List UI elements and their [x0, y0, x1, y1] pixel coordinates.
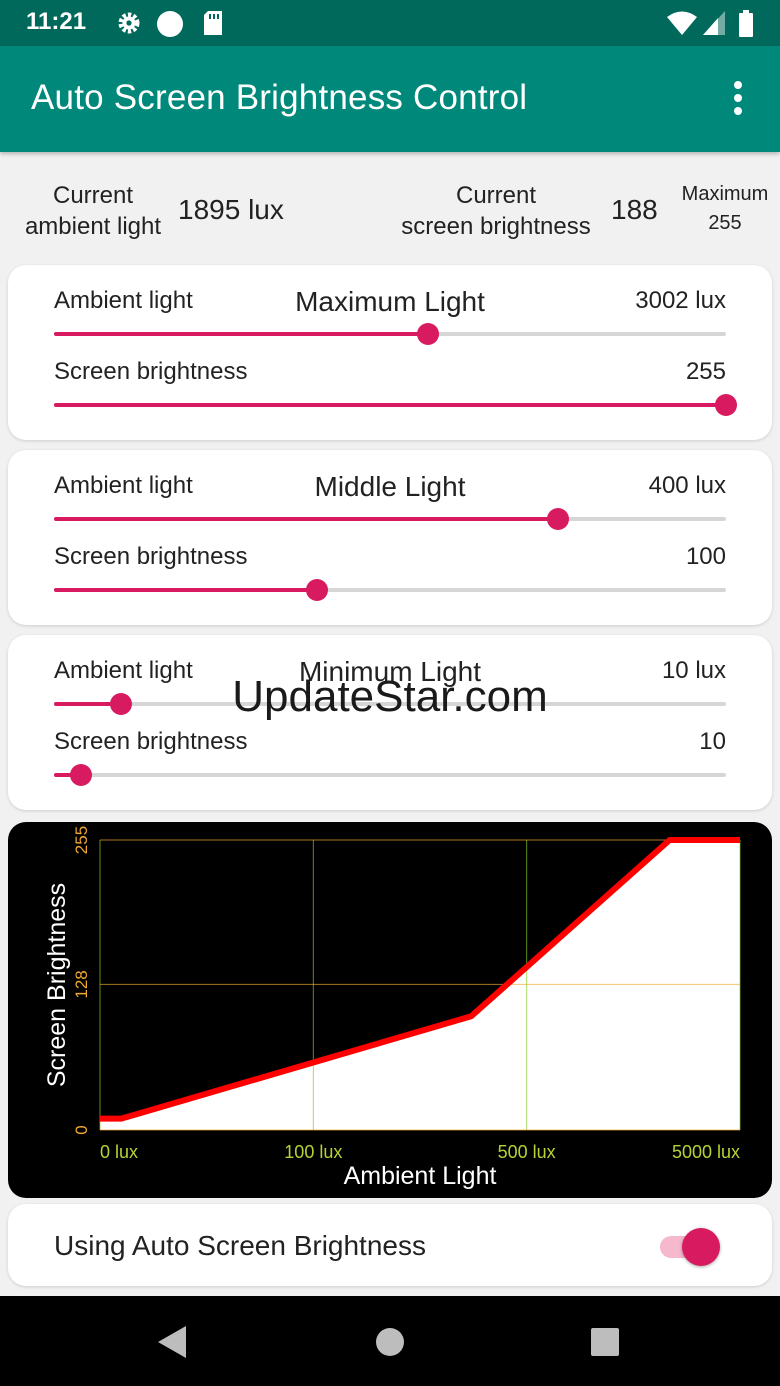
navigation-bar: [0, 1296, 780, 1386]
auto-brightness-toggle-row[interactable]: Using Auto Screen Brightness: [8, 1204, 772, 1286]
y-tick-label: 128: [72, 970, 91, 998]
screen-brightness-label: Screen brightness: [54, 728, 248, 755]
watermark: UpdateStar.com: [232, 672, 548, 721]
maximum-brightness: Maximum 255: [681, 183, 769, 234]
screen-brightness-label: Screen brightness: [54, 543, 248, 570]
circle-icon: [157, 11, 183, 37]
chart-area: [100, 840, 740, 1130]
x-tick-label: 5000 lux: [672, 1142, 740, 1162]
ambient-light-value: 3002 lux: [635, 287, 726, 314]
screen-brightness-slider[interactable]: [54, 390, 737, 420]
app-bar: Auto Screen Brightness Control: [0, 46, 780, 152]
x-tick-label: 0 lux: [100, 1142, 138, 1162]
y-axis-label: Screen Brightness: [43, 883, 71, 1087]
home-icon[interactable]: [368, 1320, 412, 1364]
minimum-light-card: Ambient light Minimum Light 10 lux Scree…: [8, 635, 772, 810]
screen-brightness-slider[interactable]: [54, 760, 726, 790]
sd-card-icon: [204, 11, 222, 35]
slider-thumb[interactable]: [547, 508, 569, 530]
y-tick-label: 0: [72, 1125, 91, 1134]
maximum-light-card: Ambient light Maximum Light 3002 lux Scr…: [8, 265, 772, 440]
ambient-light-value: 400 lux: [648, 472, 726, 499]
slider-thumb[interactable]: [69, 764, 92, 786]
recents-icon[interactable]: [583, 1320, 627, 1364]
current-screen-label: Current screen brightness: [401, 182, 591, 240]
brightness-chart-svg: 0 lux 100 lux 500 lux 5000 lux 0 128 255 Ambien…: [43, 826, 741, 1190]
app-title: Auto Screen Brightness Control: [31, 78, 528, 117]
x-axis-label: Ambient Light: [344, 1162, 497, 1190]
screen-brightness-slider[interactable]: [54, 575, 726, 605]
slider-thumb[interactable]: [416, 323, 439, 345]
brightness-chart: 0 lux 100 lux 500 lux 5000 lux 0 128 255 Ambien…: [8, 822, 772, 1198]
status-bar: 11:21: [0, 0, 780, 46]
screen-brightness-value: 10: [699, 728, 726, 755]
slider-thumb[interactable]: [715, 394, 737, 416]
screen-brightness-label: Screen brightness: [54, 358, 248, 385]
x-tick-label: 100 lux: [284, 1142, 342, 1162]
ambient-light-slider[interactable]: [54, 504, 726, 534]
settings-icon: [118, 12, 140, 34]
y-tick-label: 255: [72, 826, 91, 854]
slider-thumb[interactable]: [306, 579, 329, 601]
screen-brightness-value: 100: [685, 543, 726, 570]
auto-brightness-label: Using Auto Screen Brightness: [54, 1230, 426, 1261]
current-ambient-value: 1895 lux: [178, 194, 284, 225]
wifi-icon: [667, 11, 697, 35]
current-screen-value: 188: [611, 194, 658, 225]
battery-icon: [739, 10, 753, 37]
x-tick-label: 500 lux: [498, 1142, 556, 1162]
back-icon[interactable]: [150, 1320, 194, 1364]
current-ambient-label: Current ambient light: [24, 182, 162, 240]
current-summary: Current ambient light 1895 lux Current s…: [0, 152, 780, 264]
screen-brightness-value: 255: [685, 358, 726, 385]
ambient-light-slider[interactable]: [54, 319, 726, 349]
more-vert-icon[interactable]: [722, 78, 754, 118]
auto-brightness-switch[interactable]: [660, 1226, 722, 1266]
middle-light-card: Ambient light Middle Light 400 lux Scree…: [8, 450, 772, 625]
signal-icon: [703, 11, 725, 35]
status-time: 11:21: [26, 8, 87, 35]
